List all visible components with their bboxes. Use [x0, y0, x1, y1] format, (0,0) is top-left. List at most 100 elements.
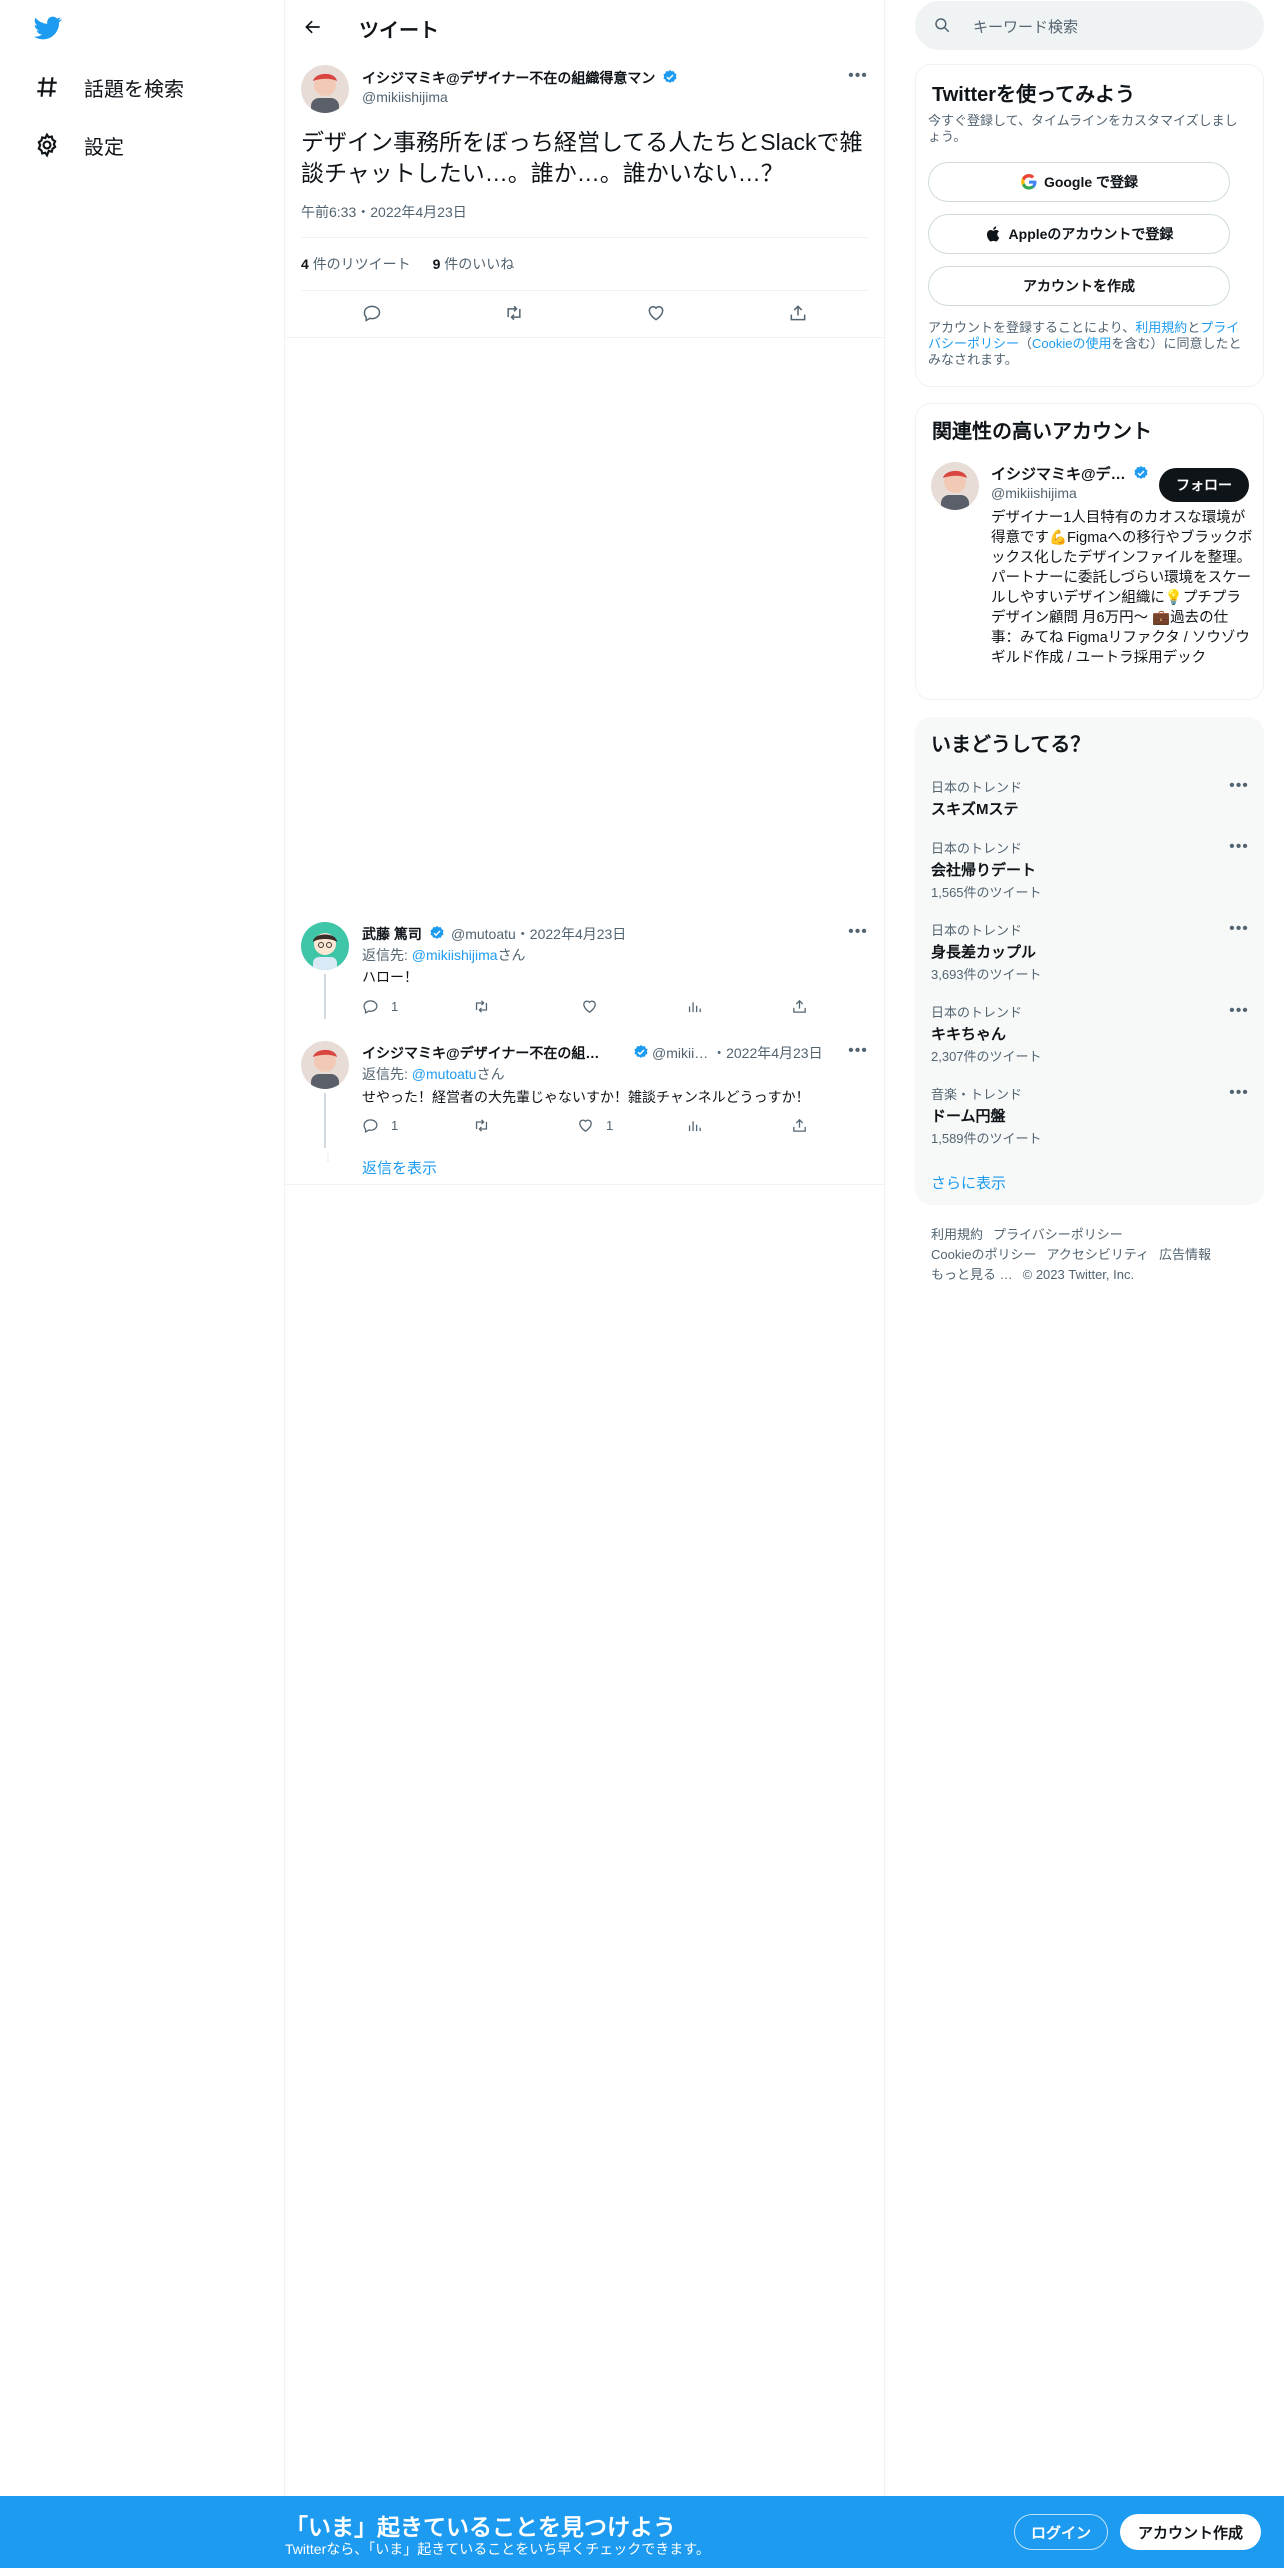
trend-item[interactable]: 日本のトレンド スキズMステ ••• — [931, 777, 1251, 819]
divider — [285, 337, 884, 338]
related-account-bio: デザイナー1人目特有のカオスな環境が得意です💪Figmaへの移行やブラックボック… — [991, 510, 1254, 666]
nav-explore[interactable]: 話題を検索 — [22, 59, 196, 115]
verified-badge-icon — [430, 926, 444, 939]
share-button[interactable] — [791, 1117, 808, 1134]
avatar[interactable] — [301, 922, 349, 970]
show-replies-link[interactable]: 返信を表示 — [362, 1157, 437, 1178]
avatar[interactable] — [931, 462, 979, 510]
retweet-button[interactable] — [497, 296, 531, 330]
trend-count: 2,307件のツイート — [931, 1049, 1042, 1064]
create-account-button[interactable]: アカウントを作成 — [928, 266, 1230, 306]
nav-settings[interactable]: 設定 — [22, 117, 136, 173]
more-options-icon[interactable]: ••• — [846, 1039, 870, 1063]
more-options-icon[interactable]: ••• — [846, 920, 870, 944]
related-accounts-card: 関連性の高いアカウント イシジマミキ@デ… @mikiishijima フォロー… — [915, 403, 1264, 700]
trend-name: スキズMステ — [931, 801, 1019, 818]
reply-meta[interactable]: @mutoatu・2022年4月23日 — [451, 924, 626, 944]
related-account-handle[interactable]: @mikiishijima — [991, 485, 1077, 501]
thread-dots: ⋮ — [323, 1152, 333, 1163]
show-more-link[interactable]: さらに表示 — [931, 1172, 1006, 1193]
trend-item[interactable]: 日本のトレンド キキちゃん 2,307件のツイート ••• — [931, 1002, 1251, 1065]
footer-terms-link[interactable]: 利用規約 — [931, 1227, 983, 1242]
trend-item[interactable]: 音楽・トレンド ドーム円盤 1,589件のツイート ••• — [931, 1084, 1251, 1147]
author-name-text: イシジマミキ@デザイナー不在の組織得意マン — [362, 70, 656, 86]
more-options-icon[interactable]: ••• — [1227, 920, 1251, 940]
search-bar[interactable] — [915, 1, 1264, 50]
google-icon — [1021, 173, 1037, 190]
trend-name: 身長差カップル — [931, 944, 1037, 961]
reply-button[interactable]: 1 — [362, 998, 398, 1015]
footer-cookie-link[interactable]: Cookieのポリシー — [931, 1247, 1036, 1262]
trend-category: 日本のトレンド — [931, 923, 1023, 938]
google-signup-button[interactable]: Google で登録 — [928, 162, 1230, 202]
retweet-stat[interactable]: 4 件のリツイート — [301, 256, 411, 272]
trend-item[interactable]: 日本のトレンド 会社帰りデート 1,565件のツイート ••• — [931, 838, 1251, 901]
tweet-timestamp[interactable]: 午前6:33・2022年4月23日 — [301, 202, 467, 222]
reply-text: せやった！経営者の大先輩じゃないすか！雑談チャンネルどうっすか！ — [362, 1089, 810, 1105]
author-handle[interactable]: @mikiishijima — [362, 89, 448, 105]
more-options-icon[interactable]: ••• — [1227, 1084, 1251, 1104]
reply-to-prefix: 返信先: — [362, 947, 412, 963]
mention-link[interactable]: @mikiishijima — [412, 947, 498, 963]
footer-accessibility-link[interactable]: アクセシビリティ — [1046, 1247, 1149, 1262]
like-button[interactable]: 1 — [577, 1117, 613, 1134]
more-options-icon[interactable]: ••• — [1227, 1002, 1251, 1022]
verified-badge-icon — [1134, 466, 1148, 479]
follow-button[interactable]: フォロー — [1159, 468, 1249, 502]
terms-prefix: アカウントを登録することにより、 — [928, 320, 1136, 335]
reply-meta[interactable]: @mikii… ・2022年4月23日 — [652, 1043, 823, 1063]
reply-author-name[interactable]: イシジマミキ@デザイナー不在の組… — [362, 1043, 599, 1063]
share-button[interactable] — [781, 296, 815, 330]
thread-connector — [324, 974, 326, 1019]
footer-links: 利用規約 プライバシーポリシー Cookieのポリシー アクセシビリティ 広告情報 も… — [931, 1225, 1251, 1285]
apple-signup-button[interactable]: Appleのアカウントで登録 — [928, 214, 1230, 254]
reply-author-name[interactable]: 武藤 篤司 — [362, 924, 445, 944]
google-signup-label: Google で登録 — [1043, 174, 1139, 190]
retweet-button[interactable] — [473, 998, 490, 1015]
heart-icon — [579, 1119, 592, 1132]
signup-description: 今すぐ登録して、タイムラインをカスタマイズしましょう。 — [928, 113, 1238, 144]
reply-button[interactable] — [355, 296, 389, 330]
related-account-name[interactable]: イシジマミキ@デ… — [991, 463, 1149, 484]
retweet-icon — [507, 305, 521, 321]
author-name[interactable]: イシジマミキ@デザイナー不在の組織得意マン — [362, 68, 678, 88]
footer-privacy-link[interactable]: プライバシーポリシー — [993, 1227, 1123, 1242]
center-column: ツイート イシジマミキ@デザイナー不在の組織得意マン @mikiishijima… — [285, 0, 885, 2568]
share-icon — [793, 1118, 806, 1132]
more-options-icon[interactable]: ••• — [1227, 838, 1251, 858]
more-options-icon[interactable]: ••• — [1227, 777, 1251, 797]
like-button[interactable] — [639, 296, 673, 330]
back-button[interactable] — [295, 9, 331, 45]
terms-mid: （ — [1019, 336, 1033, 351]
terms-link[interactable]: 利用規約 — [1135, 320, 1187, 335]
divider — [285, 1184, 884, 1185]
trend-item[interactable]: 日本のトレンド 身長差カップル 3,693件のツイート ••• — [931, 920, 1251, 983]
footer-more-link[interactable]: もっと見る … — [931, 1267, 1013, 1282]
share-icon — [790, 305, 806, 321]
right-sidebar: Twitterを使ってみよう 今すぐ登録して、タイムラインをカスタマイズしましょ… — [915, 0, 1265, 2568]
mention-link[interactable]: @mutoatu — [412, 1066, 477, 1082]
avatar[interactable] — [301, 1041, 349, 1089]
more-options-icon[interactable]: ••• — [846, 64, 870, 88]
login-button[interactable]: ログイン — [1014, 2514, 1108, 2550]
reply-to-prefix: 返信先: — [362, 1066, 412, 1082]
avatar[interactable] — [301, 65, 349, 113]
reply-button[interactable]: 1 — [362, 1117, 398, 1134]
like-button[interactable] — [581, 998, 598, 1015]
tweet-text: デザイン事務所をぼっち経営してる人たちとSlackで雑談チャットしたい…。誰か…… — [301, 129, 863, 186]
footer-ads-link[interactable]: 広告情報 — [1159, 1247, 1211, 1262]
like-stat-label: 件のいいね — [444, 256, 515, 272]
reply-to-suffix: さん — [476, 1066, 505, 1082]
search-input[interactable] — [971, 15, 1245, 39]
banner-subtitle: Twitterなら、「いま」起きていることをいち早くチェックできます。 — [285, 2541, 710, 2557]
cookie-link[interactable]: Cookieの使用 — [1032, 336, 1111, 351]
twitter-bird-icon[interactable] — [32, 14, 64, 42]
like-stat[interactable]: 9 件のいいね — [433, 256, 515, 272]
views-button[interactable] — [686, 1117, 703, 1134]
retweet-button[interactable] — [473, 1117, 490, 1134]
views-button[interactable] — [686, 998, 703, 1015]
banner-title: 「いま」起きていることを見つけよう — [285, 2514, 676, 2540]
divider — [301, 290, 869, 291]
create-account-button[interactable]: アカウント作成 — [1120, 2514, 1261, 2550]
share-button[interactable] — [791, 998, 808, 1015]
